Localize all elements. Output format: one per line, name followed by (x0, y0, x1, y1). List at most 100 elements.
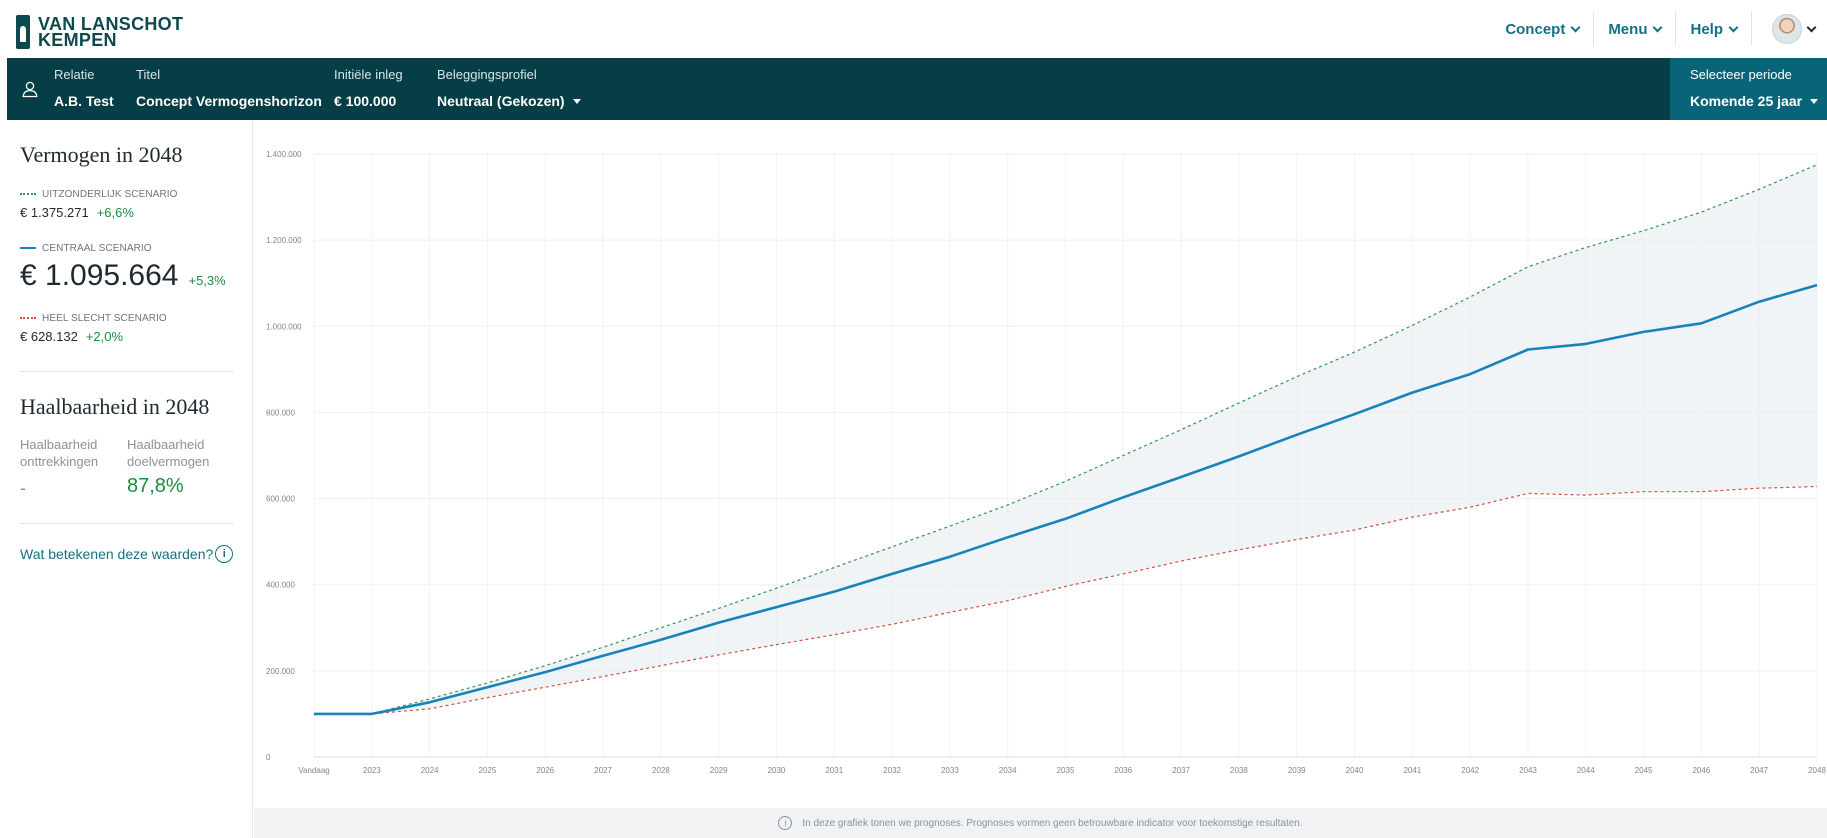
x-tick-label: 2028 (652, 766, 670, 775)
beleggingsprofiel-label: Beleggingsprofiel (437, 67, 537, 82)
user-menu[interactable] (1752, 14, 1817, 44)
titel-value: Concept Vermogenshorizon (136, 93, 322, 109)
x-tick-label: 2024 (421, 766, 439, 775)
legend-dotted-green (20, 193, 36, 195)
scenario-uitzonderlijk-value: € 1.375.271 +6,6% (20, 205, 178, 220)
help-values-link[interactable]: Wat betekenen deze waarden? i (20, 545, 234, 563)
y-tick-label: 1.000.000 (266, 322, 302, 331)
legend-dotted-red (20, 317, 36, 319)
x-tick-label: 2027 (594, 766, 612, 775)
chart-disclaimer-text: In deze grafiek tonen we prognoses. Prog… (802, 817, 1303, 829)
scenario-uitzonderlijk-pct: +6,6% (96, 205, 134, 220)
x-tick-label: 2041 (1403, 766, 1421, 775)
period-label: Selecteer periode (1690, 67, 1792, 82)
x-tick-label: 2038 (1230, 766, 1248, 775)
scenario-uitzonderlijk-label: UITZONDERLIJK SCENARIO (42, 188, 178, 200)
info-icon: i (215, 545, 234, 563)
vermogen-title: Vermogen in 2048 (20, 142, 183, 167)
nav-help[interactable]: Help (1676, 12, 1751, 46)
x-tick-label: 2048 (1808, 766, 1826, 775)
x-tick-label: 2047 (1750, 766, 1768, 775)
x-tick-label: 2023 (363, 766, 381, 775)
y-tick-label: 600.000 (266, 495, 295, 504)
x-tick-label: 2046 (1692, 766, 1710, 775)
chevron-down-icon (1728, 22, 1739, 32)
x-tick-label: 2034 (999, 766, 1017, 775)
chart-disclaimer: i In deze grafiek tonen we prognoses. Pr… (254, 808, 1827, 838)
period-dropdown[interactable]: Komende 25 jaar (1690, 88, 1827, 114)
scenario-heel-slecht-label-row: HEEL SLECHT SCENARIO (20, 311, 167, 325)
x-tick-label: 2025 (479, 766, 497, 775)
brand-logo[interactable]: VAN LANSCHOT KEMPEN (16, 15, 183, 49)
nav-concept-label: Concept (1505, 20, 1566, 38)
scenario-centraal-amount: € 1.095.664 (20, 259, 179, 292)
x-tick-label: 2040 (1346, 766, 1364, 775)
haalbaarheid-title: Haalbaarheid in 2048 (20, 394, 210, 419)
period-value: Komende 25 jaar (1690, 93, 1803, 109)
x-tick-label: 2030 (768, 766, 786, 775)
scenario-heel-slecht-value: € 628.132 +2,0% (20, 329, 167, 344)
info-icon: i (778, 816, 793, 830)
scenario-uitzonderlijk: UITZONDERLIJK SCENARIO € 1.375.271 +6,6% (20, 187, 178, 220)
caret-down-icon (1810, 98, 1819, 104)
top-nav: Concept Menu Help (1491, 12, 1817, 46)
avatar (1772, 14, 1802, 44)
scenario-heel-slecht-pct: +2,0% (85, 329, 124, 344)
x-tick-label: 2039 (1288, 766, 1306, 775)
y-tick-label: 200.000 (266, 667, 295, 676)
scenario-uitzonderlijk-label-row: UITZONDERLIJK SCENARIO (20, 187, 178, 201)
legend-solid-blue (20, 247, 36, 249)
chevron-down-icon (1653, 22, 1663, 32)
nav-concept[interactable]: Concept (1491, 12, 1593, 46)
scenario-heel-slecht: HEEL SLECHT SCENARIO € 628.132 +2,0% (20, 311, 167, 344)
x-tick-label: 2044 (1577, 766, 1595, 775)
y-tick-label: 0 (266, 753, 271, 762)
x-tick-label: 2043 (1519, 766, 1537, 775)
scenario-centraal-pct: +5,3% (188, 273, 226, 288)
haalbaarheid-doelvermogen-value: 87,8% (127, 475, 184, 497)
nav-help-label: Help (1690, 20, 1723, 38)
y-tick-label: 800.000 (266, 408, 295, 417)
divider (20, 523, 234, 524)
scenario-centraal-value: € 1.095.664 +5,3% (20, 259, 226, 293)
relatie-value: A.B. Test (54, 93, 114, 109)
summary-panel: Vermogen in 2048 UITZONDERLIJK SCENARIO … (0, 120, 253, 838)
chevron-down-icon (1570, 22, 1581, 32)
relatie-field: Relatie A.B. Test (54, 66, 114, 114)
x-tick-label: 2029 (710, 766, 728, 775)
beleggingsprofiel-value: Neutraal (Gekozen) (437, 93, 565, 109)
user-icon (22, 81, 38, 98)
y-tick-label: 1.200.000 (266, 236, 302, 245)
beleggingsprofiel-dropdown[interactable]: Neutraal (Gekozen) (437, 88, 581, 114)
top-bar: VAN LANSCHOT KEMPEN Concept Menu Help (0, 0, 1827, 58)
beleggingsprofiel-field: Beleggingsprofiel Neutraal (Gekozen) (437, 66, 581, 114)
brand-logo-mark (16, 15, 30, 49)
haalbaarheid-onttrekkingen-value: - (20, 478, 26, 498)
haalbaarheid-onttrekkingen-label: Haalbaarheid onttrekkingen (20, 437, 99, 469)
brand-line-2: KEMPEN (38, 30, 117, 50)
x-tick-label: 2037 (1172, 766, 1190, 775)
titel-label: Titel (136, 67, 161, 82)
y-tick-label: 400.000 (266, 581, 295, 590)
inleg-value: € 100.000 (334, 93, 397, 109)
brand-logo-text: VAN LANSCHOT KEMPEN (38, 15, 183, 50)
divider (20, 371, 234, 372)
nav-menu-label: Menu (1608, 20, 1648, 38)
chevron-down-icon (1806, 22, 1817, 32)
haalbaarheid-doelvermogen-label: Haalbaarheid doelvermogen (127, 437, 210, 469)
inleg-label: Initiële inleg (334, 67, 403, 82)
x-tick-label: Vandaag (298, 766, 329, 775)
wealth-projection-chart: 0 200.000 400.000 600.000 800.000 1.000.000 1.… (254, 120, 1827, 808)
chart-svg: 0 200.000 400.000 600.000 800.000 1.000.000 1.… (266, 150, 1826, 775)
nav-menu[interactable]: Menu (1594, 12, 1675, 46)
x-tick-label: 2032 (883, 766, 901, 775)
x-tick-label: 2042 (1461, 766, 1479, 775)
period-selector[interactable]: Selecteer periode Komende 25 jaar (1670, 58, 1827, 120)
scenario-centraal-label: CENTRAAL SCENARIO (42, 242, 152, 254)
scenario-centraal: CENTRAAL SCENARIO € 1.095.664 +5,3% (20, 241, 226, 293)
x-tick-label: 2033 (941, 766, 959, 775)
titel-field: Titel Concept Vermogenshorizon (136, 66, 322, 114)
x-tick-label: 2036 (1114, 766, 1132, 775)
x-tick-label: 2026 (536, 766, 554, 775)
help-values-link-label: Wat betekenen deze waarden? (20, 546, 214, 562)
